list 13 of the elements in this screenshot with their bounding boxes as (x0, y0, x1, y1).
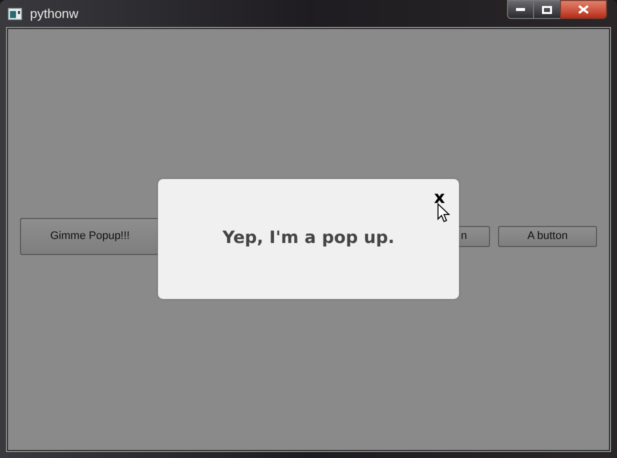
push-button[interactable]: A button (498, 226, 597, 247)
app-icon (8, 8, 22, 20)
window-title: pythonw (30, 5, 78, 24)
minimize-button[interactable] (507, 0, 534, 19)
maximize-button[interactable] (534, 0, 560, 19)
popup-message: Yep, I'm a pop up. (222, 227, 395, 250)
popup-button[interactable]: Gimme Popup!!! (20, 218, 160, 255)
close-icon (578, 5, 589, 14)
cursor-icon (437, 203, 450, 223)
close-button[interactable] (560, 0, 607, 19)
maximize-icon (542, 6, 552, 14)
minimize-icon (516, 8, 525, 11)
close-button[interactable]: x (434, 189, 445, 207)
